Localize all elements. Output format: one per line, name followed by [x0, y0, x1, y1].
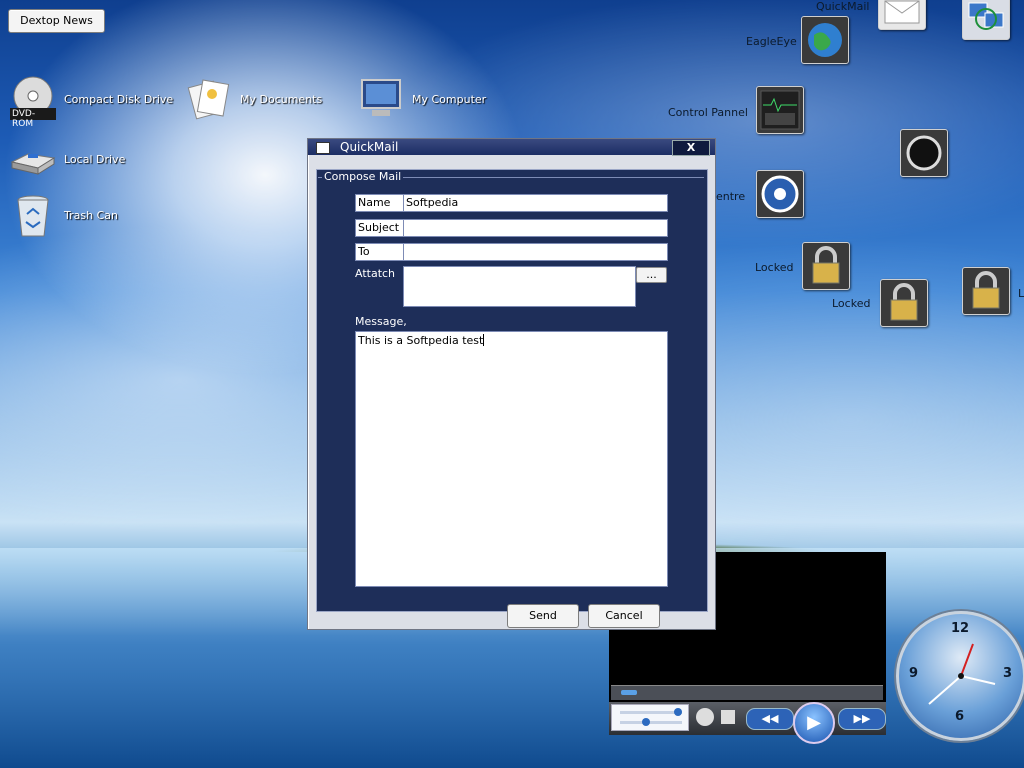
message-text: This is a Softpedia test	[358, 334, 484, 347]
my-documents-icon	[186, 76, 232, 122]
locked-launcher-label-2: Locked	[832, 297, 871, 310]
next-icon[interactable]: ▶▶	[838, 708, 886, 730]
dvd-rom-icon: DVD-ROM	[10, 76, 56, 129]
to-field[interactable]	[403, 243, 668, 261]
locked-launcher-label-3: L	[1018, 287, 1024, 300]
trash-can-shortcut[interactable]: Trash Can	[10, 192, 118, 238]
locked-launcher-label-1: Locked	[755, 261, 794, 274]
mail-icon	[316, 142, 330, 154]
cancel-button[interactable]: Cancel	[588, 604, 660, 628]
text-caret	[483, 334, 485, 346]
message-label: Message,	[355, 315, 407, 328]
name-field[interactable]: Softpedia	[403, 194, 668, 212]
to-label: To	[355, 243, 404, 261]
window-title: QuickMail	[340, 140, 399, 154]
my-computer-shortcut[interactable]: My Computer	[358, 76, 486, 122]
my-documents-shortcut[interactable]: My Documents	[186, 76, 322, 122]
eagleeye-launcher-label: EagleEye	[746, 35, 797, 48]
eagleeye-globe-icon[interactable]	[801, 16, 849, 64]
centre-launcher-label: entre	[716, 190, 746, 203]
volume-panel[interactable]	[611, 704, 689, 731]
local-drive-shortcut[interactable]: Local Drive	[10, 136, 125, 182]
play-icon[interactable]: ▶	[793, 702, 835, 744]
locked-icon[interactable]	[802, 242, 850, 290]
quickmail-launcher-label: QuickMail	[816, 0, 870, 13]
analog-clock: 12 3 6 9	[896, 611, 1024, 741]
mute-icon[interactable]	[696, 708, 714, 726]
subject-field[interactable]	[403, 219, 668, 237]
trash-can-label: Trash Can	[64, 208, 118, 222]
attach-label: Attatch	[355, 267, 396, 280]
control-panel-launcher-label: Control Pannel	[668, 106, 748, 119]
seek-knob[interactable]	[621, 690, 637, 695]
attach-field[interactable]	[403, 266, 636, 307]
local-drive-icon	[10, 136, 56, 182]
compact-disk-drive-label: Compact Disk Drive	[64, 92, 174, 106]
clock-hands	[928, 643, 996, 705]
compose-mail-group-label: Compose Mail	[322, 170, 404, 183]
send-button[interactable]: Send	[507, 604, 579, 628]
locked-icon[interactable]	[962, 267, 1010, 315]
locked-icon[interactable]	[880, 279, 928, 327]
my-computer-icon	[358, 76, 404, 122]
subject-label: Subject	[355, 219, 404, 237]
dextop-news-button[interactable]: Dextop News	[8, 9, 105, 33]
close-button[interactable]: X	[672, 140, 710, 156]
compact-disk-drive-shortcut[interactable]: DVD-ROM Compact Disk Drive	[10, 76, 174, 129]
screen-icon[interactable]	[721, 710, 735, 724]
media-controls: ◀◀ ▶ ▶▶	[609, 702, 886, 744]
seek-bar[interactable]	[611, 685, 883, 700]
local-drive-label: Local Drive	[64, 152, 126, 166]
balance-knob[interactable]	[642, 718, 650, 726]
quickmail-window: QuickMail X Compose Mail Name Softpedia …	[307, 138, 716, 630]
my-documents-label: My Documents	[240, 92, 323, 106]
message-field[interactable]: This is a Softpedia test	[355, 331, 668, 587]
quickmail-icon[interactable]	[878, 0, 926, 30]
dvd-rom-badge: DVD-ROM	[12, 109, 36, 129]
centre-icon[interactable]	[756, 170, 804, 218]
previous-icon[interactable]: ◀◀	[746, 708, 794, 730]
control-panel-icon[interactable]	[756, 86, 804, 134]
network-icon[interactable]	[962, 0, 1010, 40]
trash-can-icon	[10, 192, 56, 238]
browse-button[interactable]: ...	[636, 267, 667, 283]
camera-lens-icon[interactable]	[900, 129, 948, 177]
name-label: Name	[355, 194, 404, 212]
title-bar[interactable]: QuickMail X	[308, 139, 715, 156]
volume-knob[interactable]	[674, 708, 682, 716]
my-computer-label: My Computer	[412, 92, 487, 106]
